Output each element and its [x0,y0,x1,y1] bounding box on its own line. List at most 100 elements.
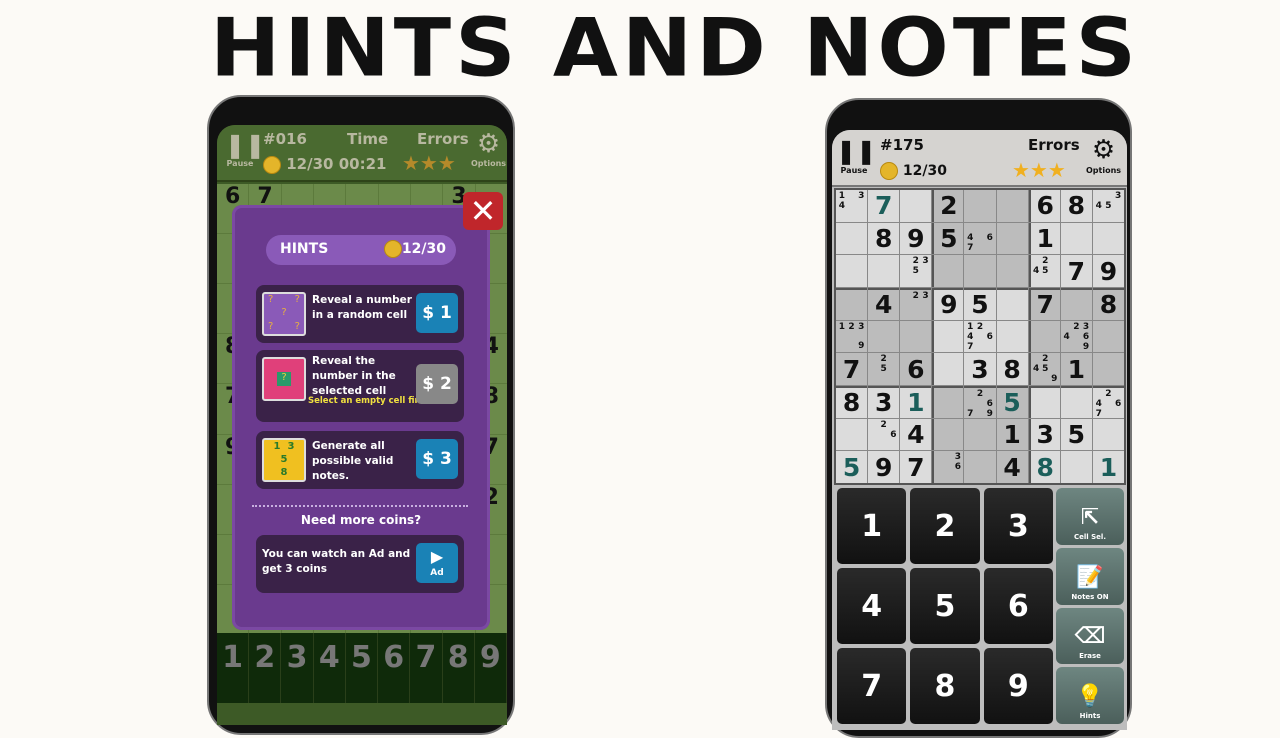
grid-cell[interactable]: 124 6 7 [964,320,996,353]
grid-cell[interactable]: 23 [900,287,932,320]
keypad-2[interactable]: 2 [910,488,980,564]
grid-cell[interactable]: 1 [1060,353,1092,385]
grid-cell[interactable] [836,222,868,255]
grid-cell[interactable]: 8 [1092,287,1124,320]
grid-cell[interactable]: 4 [996,451,1028,483]
grid-cell[interactable]: 3 45 [1092,190,1124,222]
cell-sel-button[interactable]: ⇱ Cell Sel. [1056,488,1124,545]
watch-ad-row[interactable]: You can watch an Ad and get 3 coins ▶ Ad [256,535,464,593]
number-button-8[interactable]: 8 [443,633,475,703]
watch-ad-button[interactable]: ▶ Ad [416,543,458,583]
keypad-9[interactable]: 9 [983,648,1053,724]
grid-cell[interactable]: 9 [1092,255,1124,287]
grid-cell[interactable] [996,190,1028,222]
grid-cell[interactable]: 26 [868,418,900,451]
grid-cell[interactable] [1060,385,1092,418]
grid-cell[interactable]: 1 [900,385,932,418]
grid-cell[interactable] [1060,222,1092,255]
grid-cell[interactable]: 2 [932,190,964,222]
grid-cell[interactable]: 5 [964,287,996,320]
number-button-3[interactable]: 3 [281,633,314,703]
number-button-1[interactable]: 1 [217,633,250,703]
grid-cell[interactable] [868,320,900,353]
grid-cell[interactable]: 8 [836,385,868,418]
number-button-9[interactable]: 9 [475,633,507,703]
grid-cell[interactable] [1060,451,1092,483]
grid-cell[interactable]: 36 [932,451,964,483]
number-button-6[interactable]: 6 [378,633,411,703]
grid-cell[interactable]: 9 [868,451,900,483]
grid-cell[interactable]: 4 [868,287,900,320]
options-button[interactable]: ⚙ Options [471,129,506,168]
grid-cell[interactable]: 8 [996,353,1028,385]
grid-cell[interactable]: 3 [1028,418,1060,451]
hint-selected-cell[interactable]: ? Reveal the number in the selected cell… [256,350,464,422]
grid-cell[interactable]: 1 3 4 [836,190,868,222]
grid-cell[interactable]: 7 [1028,287,1060,320]
options-button[interactable]: ⚙ Options [1086,134,1121,175]
number-button-5[interactable]: 5 [346,633,379,703]
grid-cell[interactable]: 6 [1028,190,1060,222]
grid-cell[interactable]: 1 [996,418,1028,451]
grid-cell[interactable] [932,320,964,353]
grid-cell[interactable]: 245 [1028,255,1060,287]
grid-cell[interactable]: 8 [868,222,900,255]
grid-cell[interactable]: 123 9 [836,320,868,353]
keypad-6[interactable]: 6 [983,568,1053,644]
grid-cell[interactable]: 5 [1060,418,1092,451]
cost-button-2[interactable]: $ 2 [416,364,458,404]
grid-cell[interactable] [1060,287,1092,320]
hint-random-cell[interactable]: ????? Reveal a number in a random cell $… [256,285,464,343]
grid-cell[interactable]: 1 [1028,222,1060,255]
grid-cell[interactable]: 26 7 9 [964,385,996,419]
grid-cell[interactable]: 8 [1028,451,1060,483]
number-button-2[interactable]: 2 [249,633,282,703]
hints-button[interactable]: 💡 Hints [1056,667,1124,724]
grid-cell[interactable]: 1 [1092,451,1124,483]
grid-cell[interactable] [996,287,1028,320]
grid-cell[interactable]: 9 [932,287,964,320]
grid-cell[interactable]: 4 6 7 [964,222,996,255]
keypad-4[interactable]: 4 [837,568,907,644]
close-button[interactable]: ✕ [463,192,503,230]
erase-button[interactable]: ⌫ Erase [1056,607,1124,665]
grid-cell[interactable] [1092,418,1124,451]
grid-cell[interactable]: 2459 [1028,353,1060,385]
grid-cell[interactable]: 7 [868,190,900,222]
grid-cell[interactable] [964,451,996,483]
grid-cell[interactable] [996,222,1028,255]
grid-cell[interactable] [964,418,996,451]
pause-button[interactable]: ❚❚ Pause [836,136,876,175]
grid-cell[interactable]: 3 [868,385,900,418]
grid-cell[interactable] [964,190,996,222]
grid-cell[interactable]: 5 [836,451,868,483]
grid-cell[interactable] [900,190,932,222]
grid-cell[interactable]: 235 [900,255,932,287]
grid-cell[interactable] [932,385,964,418]
grid-cell[interactable] [996,255,1028,287]
grid-cell[interactable] [932,255,964,287]
grid-cell[interactable] [932,353,964,385]
grid-cell[interactable]: 25 [868,353,900,385]
keypad-7[interactable]: 7 [837,648,907,724]
pause-button[interactable]: ❚❚ Pause [225,131,265,168]
number-button-4[interactable]: 4 [314,633,346,703]
grid-cell[interactable] [964,255,996,287]
number-button-7[interactable]: 7 [410,633,443,703]
grid-cell[interactable]: 23 4 69 [1060,320,1092,353]
grid-cell[interactable] [1092,353,1124,385]
grid-cell[interactable] [996,320,1028,353]
grid-cell[interactable]: 7 [900,451,932,483]
grid-cell[interactable] [868,255,900,287]
grid-cell[interactable] [1092,222,1124,255]
grid-cell[interactable]: 7 [1060,255,1092,287]
keypad-1[interactable]: 1 [837,488,907,564]
grid-cell[interactable]: 4 [900,418,932,451]
grid-cell[interactable] [836,418,868,451]
grid-cell[interactable]: 9 [900,222,932,255]
grid-cell[interactable]: 5 [932,222,964,255]
grid-cell[interactable] [932,418,964,451]
grid-cell[interactable]: 7 [836,353,868,385]
grid-cell[interactable]: 3 [964,353,996,385]
keypad-3[interactable]: 3 [983,488,1053,564]
